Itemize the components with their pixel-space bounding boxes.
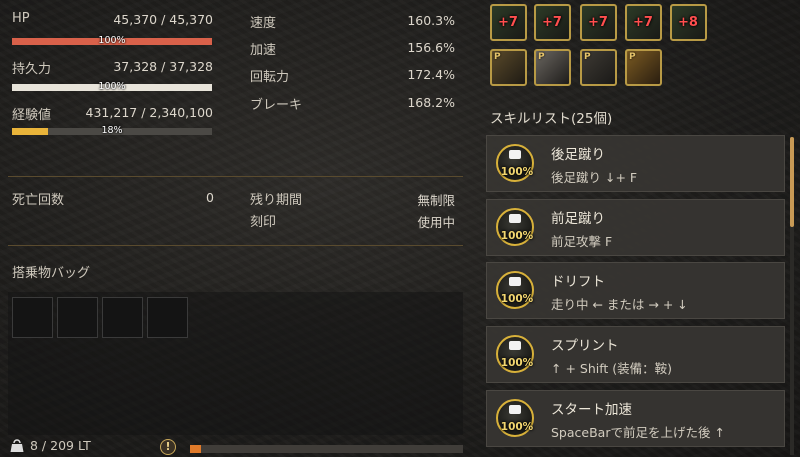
stamina-label: 持久力 bbox=[12, 62, 52, 77]
premium-badge: P bbox=[584, 52, 591, 62]
premium-badge: P bbox=[494, 52, 501, 62]
skill-level: 100% bbox=[500, 357, 534, 369]
skill-command: 前足攻撃 F bbox=[551, 234, 613, 249]
skill-name: スタート加速 bbox=[551, 402, 632, 418]
hp-bar: 100% bbox=[12, 35, 212, 46]
skill-icon: 100% bbox=[496, 208, 534, 246]
skill-icon: 100% bbox=[496, 335, 534, 373]
bag-slot[interactable] bbox=[12, 297, 53, 338]
costume-barding-icon[interactable]: P bbox=[534, 49, 571, 86]
brake-value: 168.2% bbox=[407, 95, 455, 110]
enhance-badge: +7 bbox=[633, 15, 653, 30]
speed-label: 速度 bbox=[250, 16, 277, 31]
saddle-icon[interactable]: +7 bbox=[534, 4, 571, 41]
skill-level: 100% bbox=[500, 230, 534, 242]
hp-label: HP bbox=[12, 11, 30, 26]
exp-value: 431,217 / 2,340,100 bbox=[85, 105, 213, 120]
bag-slot[interactable] bbox=[57, 297, 98, 338]
stamp-label: 刻印 bbox=[250, 215, 277, 230]
divider-top bbox=[8, 176, 463, 177]
remaining-period-label: 残り期間 bbox=[250, 193, 303, 208]
hp-percent: 100% bbox=[98, 35, 126, 46]
skill-name: 前足蹴り bbox=[551, 211, 605, 227]
skill-list-scrollbar[interactable] bbox=[790, 137, 794, 455]
skill-icon: 100% bbox=[496, 144, 534, 182]
premium-badge: P bbox=[538, 52, 545, 62]
speed-value: 160.3% bbox=[407, 13, 455, 28]
horseshoe-icon[interactable]: +7 bbox=[625, 4, 662, 41]
skill-level: 100% bbox=[500, 293, 534, 305]
skill-level: 100% bbox=[500, 166, 534, 178]
skill-list-title: スキルリスト(25個) bbox=[490, 111, 613, 127]
stamina-percent: 100% bbox=[98, 81, 126, 92]
skill-item[interactable]: 100% スプリント ↑ + Shift (装備：鞍) bbox=[486, 326, 785, 383]
skill-name: スプリント bbox=[551, 338, 619, 354]
weight-bar-fill bbox=[190, 445, 201, 453]
divider-bottom bbox=[8, 245, 463, 246]
enhance-badge: +7 bbox=[588, 15, 608, 30]
death-count-label: 死亡回数 bbox=[12, 193, 65, 208]
costume-armor-icon[interactable]: P bbox=[625, 49, 662, 86]
remaining-period-value: 無制限 bbox=[417, 193, 455, 208]
horseshoe-ring-icon[interactable]: +8 bbox=[670, 4, 707, 41]
skill-item[interactable]: 100% ドリフト 走り中 ← または → + ↓ bbox=[486, 262, 785, 319]
enhance-badge: +7 bbox=[542, 15, 562, 30]
skill-name: 後足蹴り bbox=[551, 147, 605, 163]
acceleration-value: 156.6% bbox=[407, 40, 455, 55]
enhance-badge: +8 bbox=[678, 15, 698, 30]
exp-bar: 18% bbox=[12, 125, 212, 136]
skill-item[interactable]: 100% スタート加速 SpaceBarで前足を上げた後 ↑ bbox=[486, 390, 785, 447]
skill-command: 走り中 ← または → + ↓ bbox=[551, 297, 688, 312]
bag-slot[interactable] bbox=[102, 297, 143, 338]
costume-stirrups-icon[interactable]: P bbox=[580, 49, 617, 86]
stirrups-icon[interactable]: +7 bbox=[580, 4, 617, 41]
stamina-bar: 100% bbox=[12, 81, 212, 92]
exclamation-icon[interactable]: ! bbox=[160, 439, 176, 455]
skill-command: 後足蹴り ↓+ F bbox=[551, 170, 638, 185]
exp-percent: 18% bbox=[101, 125, 123, 136]
enhance-badge: +7 bbox=[498, 15, 518, 30]
costume-saddle-icon[interactable]: P bbox=[490, 49, 527, 86]
bag-title: 搭乗物バッグ bbox=[12, 266, 91, 281]
skill-item[interactable]: 100% 前足蹴り 前足攻撃 F bbox=[486, 199, 785, 256]
scrollbar-thumb[interactable] bbox=[790, 137, 794, 227]
brake-label: ブレーキ bbox=[250, 98, 303, 113]
stamp-value: 使用中 bbox=[417, 215, 455, 230]
weight-value: 8 / 209 LT bbox=[30, 438, 91, 453]
reins-icon[interactable]: +7 bbox=[490, 4, 527, 41]
turning-label: 回転力 bbox=[250, 70, 290, 85]
skill-icon: 100% bbox=[496, 271, 534, 309]
skill-icon: 100% bbox=[496, 399, 534, 437]
weight-icon bbox=[10, 438, 24, 453]
acceleration-label: 加速 bbox=[250, 43, 277, 58]
exp-label: 経験値 bbox=[12, 108, 52, 123]
skill-item[interactable]: 100% 後足蹴り 後足蹴り ↓+ F bbox=[486, 135, 785, 192]
hp-value: 45,370 / 45,370 bbox=[113, 12, 213, 27]
weight-bar bbox=[190, 445, 463, 453]
skill-name: ドリフト bbox=[551, 274, 605, 290]
skill-command: ↑ + Shift (装備：鞍) bbox=[551, 361, 673, 376]
skill-command: SpaceBarで前足を上げた後 ↑ bbox=[551, 425, 725, 440]
bag-slot[interactable] bbox=[147, 297, 188, 338]
skill-level: 100% bbox=[500, 421, 534, 433]
turning-value: 172.4% bbox=[407, 67, 455, 82]
mount-info-panel: HP 45,370 / 45,370 100% 持久力 37,328 / 37,… bbox=[0, 0, 470, 457]
stamina-value: 37,328 / 37,328 bbox=[113, 59, 213, 74]
death-count-value: 0 bbox=[206, 190, 214, 205]
premium-badge: P bbox=[629, 52, 636, 62]
